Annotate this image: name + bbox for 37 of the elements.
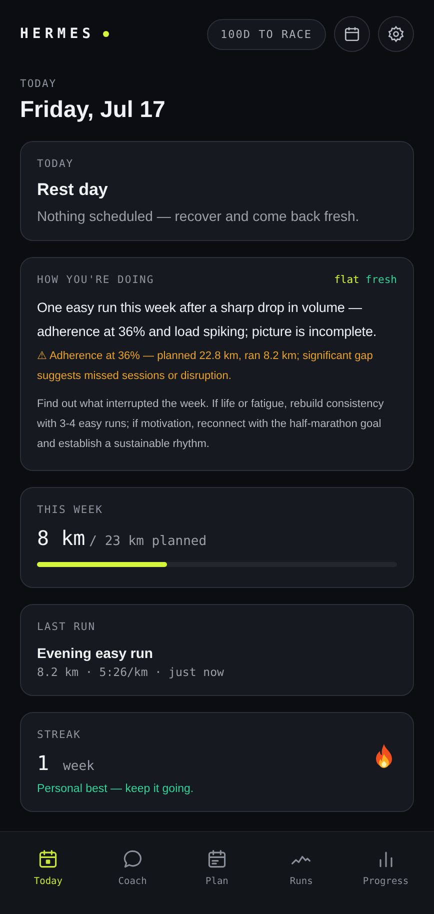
planned-distance: / 23 km planned <box>89 534 207 549</box>
card-text: Nothing scheduled — recover and come back fresh. <box>37 208 360 224</box>
page-title: Friday, Jul 17 <box>20 96 166 123</box>
settings-button[interactable] <box>378 16 414 52</box>
nav-tab[interactable]: Progress <box>348 832 424 887</box>
card-label: TODAY <box>37 158 75 170</box>
nav-tab[interactable]: Today <box>10 832 86 887</box>
nav-tab[interactable]: Runs <box>263 832 340 887</box>
run-details: 8.2 km · 5:26/km · just now <box>37 665 225 679</box>
chat-bubble-icon <box>122 848 144 870</box>
run-title: Evening easy run <box>37 645 154 661</box>
status-tag: fresh <box>365 274 397 286</box>
status-tag: flat <box>334 274 360 286</box>
nav-tab[interactable]: Plan <box>178 832 255 887</box>
card-label: THIS WEEK <box>37 504 104 516</box>
flame-icon <box>373 743 395 769</box>
streak-unit: week <box>63 759 94 774</box>
streak-note: Personal best — keep it going. <box>37 783 194 795</box>
section-label: TODAY <box>20 78 58 90</box>
settings-icon <box>387 25 405 43</box>
calendar-list-icon <box>206 848 228 870</box>
card-label: STREAK <box>37 729 82 741</box>
card-label: LAST RUN <box>37 621 97 633</box>
summary-text: One easy run this week after a sharp drop in volume — adherence at 36% and load spiking; picture is incomplete. <box>37 299 378 341</box>
calendar-dot-icon <box>37 848 60 870</box>
advice-text: Find out what interrupted the week. If life or fatigue, rebuild consistency with 3-4 easy runs; if motivation, reconnect with the half-marathon goal and establish a sustainable rhythm. <box>37 397 385 452</box>
warning-text: ⚠ Adherence at 36% — planned 22.8 km, ran 8.2 km; significant gap suggests missed sessions or disruption. <box>37 349 374 384</box>
distance-value: 8 km <box>37 526 86 550</box>
card-title: Rest day <box>37 180 109 200</box>
app-logo: HERMES <box>20 26 95 42</box>
streak-value: 1 <box>37 751 50 775</box>
countdown-button[interactable]: 100D TO RACE <box>206 18 326 50</box>
calendar-icon <box>343 25 361 43</box>
status-dot <box>102 31 109 37</box>
card-label: HOW YOU'RE DOING <box>37 274 154 286</box>
calendar-button[interactable] <box>334 16 370 52</box>
nav-tab[interactable]: Coach <box>94 832 171 887</box>
